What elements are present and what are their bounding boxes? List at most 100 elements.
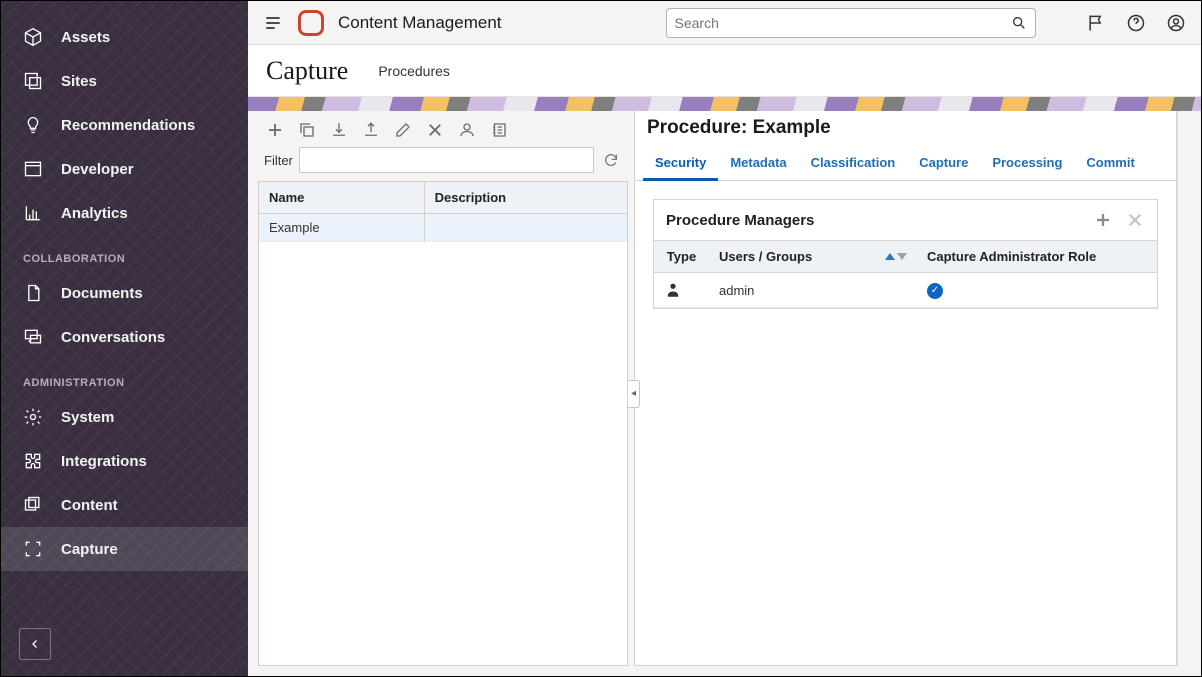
sidebar-item-analytics[interactable]: Analytics — [1, 191, 248, 235]
delete-button[interactable] — [424, 119, 446, 141]
copy-button[interactable] — [296, 119, 318, 141]
brand-logo — [298, 10, 324, 36]
cell-name: Example — [259, 214, 425, 241]
filter-label: Filter — [264, 153, 293, 168]
sort-asc-icon — [885, 253, 895, 260]
sidebar-item-conversations[interactable]: Conversations — [1, 315, 248, 359]
bulb-icon — [23, 115, 43, 135]
procedure-detail-pane: Procedure: Example Security Metadata Cla… — [634, 111, 1177, 666]
managers-table-row[interactable]: admin ✓ — [654, 273, 1157, 308]
procedures-toolbar — [258, 115, 628, 147]
user-icon[interactable] — [1165, 12, 1187, 34]
tab-processing[interactable]: Processing — [980, 145, 1074, 180]
table-row[interactable]: Example — [259, 214, 627, 242]
sidebar-item-developer[interactable]: Developer — [1, 147, 248, 191]
security-panel: Procedure Managers — [635, 181, 1176, 327]
cube-icon — [23, 27, 43, 47]
chart-icon — [23, 203, 43, 223]
col-name-header[interactable]: Name — [259, 182, 425, 213]
capture-icon — [23, 539, 43, 559]
sidebar-item-system[interactable]: System — [1, 395, 248, 439]
flag-icon[interactable] — [1085, 12, 1107, 34]
tab-commit[interactable]: Commit — [1074, 145, 1146, 180]
main: Content Management Capt — [248, 1, 1201, 676]
col-description-header[interactable]: Description — [425, 182, 627, 213]
remove-manager-button — [1125, 210, 1145, 230]
puzzle-icon — [23, 451, 43, 471]
breadcrumb[interactable]: Procedures — [378, 63, 450, 79]
col-users-header[interactable]: Users / Groups — [709, 241, 917, 272]
sidebar-item-label: Recommendations — [61, 117, 195, 134]
procedure-title: Procedure: Example — [635, 111, 1176, 141]
menu-icon[interactable] — [262, 12, 284, 34]
page-title: Capture — [266, 56, 348, 86]
tabs: Security Metadata Classification Capture… — [635, 145, 1176, 181]
scrollbar[interactable] — [1177, 111, 1191, 666]
managers-table-header: Type Users / Groups Capture Administrato… — [654, 240, 1157, 273]
splitter-handle[interactable]: ◂ — [628, 380, 640, 408]
import-button[interactable] — [328, 119, 350, 141]
add-button[interactable] — [264, 119, 286, 141]
sidebar-section-administration: ADMINISTRATION — [1, 359, 248, 395]
sidebar-item-label: Analytics — [61, 205, 128, 222]
filter-input[interactable] — [299, 147, 594, 173]
sidebar: Assets Sites Recommendations Developer A — [1, 1, 248, 676]
sidebar-item-recommendations[interactable]: Recommendations — [1, 103, 248, 147]
cell-user: admin — [709, 275, 917, 306]
sidebar-item-label: Integrations — [61, 453, 147, 470]
topbar: Content Management — [248, 1, 1201, 45]
refresh-button[interactable] — [600, 149, 622, 171]
col-type-header[interactable]: Type — [654, 241, 709, 272]
cell-role: ✓ — [917, 273, 1157, 307]
stack-icon — [23, 495, 43, 515]
procedures-table: Name Description Example — [258, 181, 628, 666]
export-button[interactable] — [360, 119, 382, 141]
sidebar-collapse-button[interactable] — [19, 628, 51, 660]
filter-row: Filter — [258, 147, 628, 181]
sidebar-item-content[interactable]: Content — [1, 483, 248, 527]
procedure-managers-card: Procedure Managers — [653, 199, 1158, 309]
window-icon — [23, 159, 43, 179]
cell-description — [425, 214, 627, 241]
sites-icon — [23, 71, 43, 91]
sort-indicator[interactable] — [885, 253, 907, 260]
check-icon: ✓ — [927, 283, 943, 299]
table-header: Name Description — [259, 182, 627, 214]
procedure-title-prefix: Procedure: — [647, 117, 753, 138]
add-manager-button[interactable] — [1093, 210, 1113, 230]
tab-capture[interactable]: Capture — [907, 145, 980, 180]
search-field-wrap[interactable] — [666, 8, 1036, 38]
sidebar-item-integrations[interactable]: Integrations — [1, 439, 248, 483]
sidebar-item-sites[interactable]: Sites — [1, 59, 248, 103]
person-icon — [664, 281, 682, 299]
help-icon[interactable] — [1125, 12, 1147, 34]
user-button[interactable] — [456, 119, 478, 141]
page-header: Capture Procedures — [248, 45, 1201, 97]
sidebar-item-label: Sites — [61, 73, 97, 90]
sidebar-section-collaboration: COLLABORATION — [1, 235, 248, 271]
search-icon[interactable] — [1011, 15, 1027, 31]
sidebar-item-capture[interactable]: Capture — [1, 527, 248, 571]
tab-metadata[interactable]: Metadata — [718, 145, 798, 180]
col-role-header[interactable]: Capture Administrator Role — [917, 241, 1157, 272]
sort-desc-icon — [897, 253, 907, 260]
sidebar-item-documents[interactable]: Documents — [1, 271, 248, 315]
decorative-stripe — [248, 97, 1201, 111]
list-button[interactable] — [488, 119, 510, 141]
edit-button[interactable] — [392, 119, 414, 141]
sidebar-item-label: Documents — [61, 285, 143, 302]
doc-icon — [23, 283, 43, 303]
sidebar-item-label: Capture — [61, 541, 118, 558]
tab-classification[interactable]: Classification — [799, 145, 908, 180]
procedures-list-pane: Filter Name Description Example — [258, 111, 628, 666]
sidebar-item-label: Conversations — [61, 329, 165, 346]
procedure-title-name: Example — [753, 117, 831, 138]
gear-icon — [23, 407, 43, 427]
managers-table: Type Users / Groups Capture Administrato… — [654, 240, 1157, 308]
tab-security[interactable]: Security — [643, 145, 718, 181]
sidebar-item-label: System — [61, 409, 114, 426]
search-input[interactable] — [675, 15, 1011, 31]
col-users-label: Users / Groups — [719, 249, 812, 264]
sidebar-item-assets[interactable]: Assets — [1, 15, 248, 59]
chat-icon — [23, 327, 43, 347]
